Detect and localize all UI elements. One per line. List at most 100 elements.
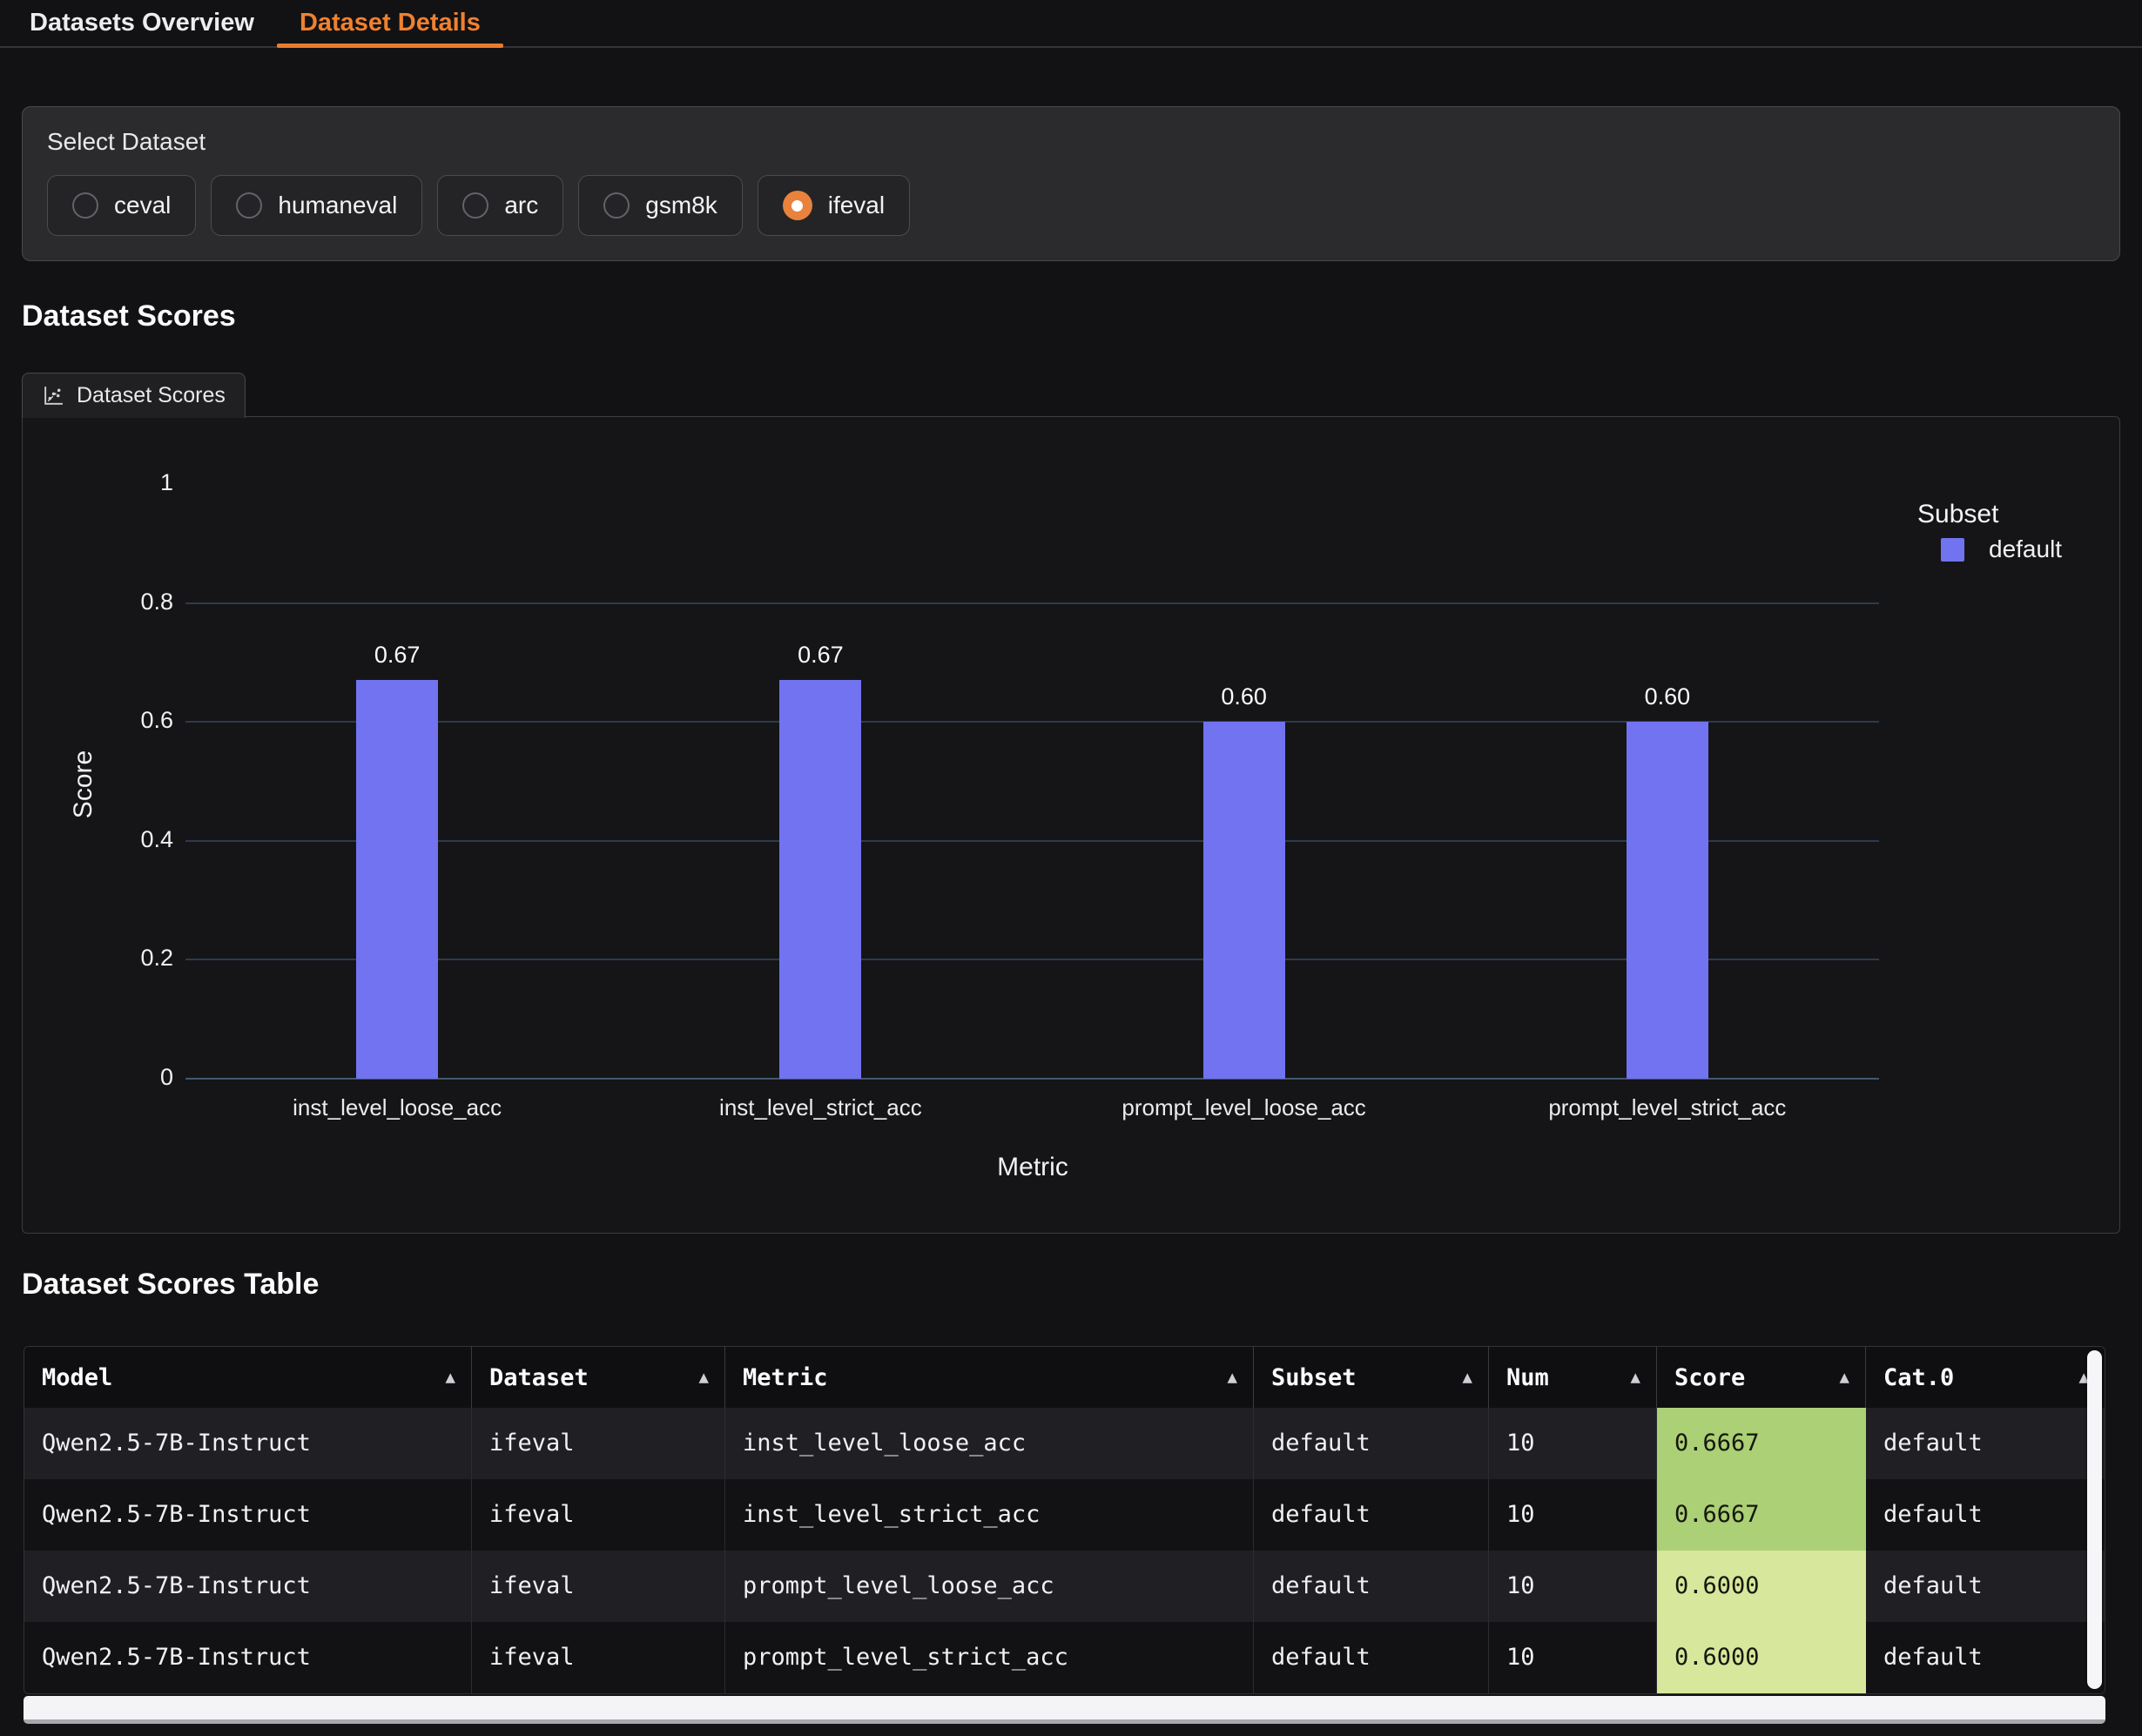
dataset-scores-heading: Dataset Scores	[22, 299, 236, 333]
y-axis-tick-label: 0.8	[43, 589, 173, 616]
table-cell: default	[1254, 1551, 1489, 1622]
x-axis-category-label: prompt_level_loose_acc	[1057, 1094, 1431, 1121]
x-axis-category-label: inst_level_loose_acc	[210, 1094, 584, 1121]
table-cell: ifeval	[472, 1622, 725, 1693]
gridline	[185, 602, 1879, 604]
chart-panel-tab: Dataset Scores	[22, 373, 246, 418]
table-cell: default	[1866, 1408, 2105, 1479]
score-cell: 0.6000	[1657, 1622, 1866, 1693]
legend-title: Subset	[1917, 500, 1998, 529]
top-tab-bar: Datasets Overview Dataset Details	[0, 0, 2142, 48]
table-horizontal-scrollbar[interactable]	[24, 1696, 2105, 1724]
gridline	[185, 840, 1879, 842]
table-cell: ifeval	[472, 1408, 725, 1479]
column-header-model[interactable]: Model▲	[24, 1347, 472, 1408]
radio-unselected-icon	[603, 192, 630, 219]
column-header-label: Metric	[743, 1364, 828, 1391]
dataset-option-label: ifeval	[828, 192, 885, 219]
dataset-option-ceval[interactable]: ceval	[47, 175, 196, 236]
sort-ascending-icon[interactable]: ▲	[1463, 1368, 1472, 1387]
table-cell: default	[1254, 1622, 1489, 1693]
table-cell: 10	[1489, 1479, 1657, 1551]
dataset-option-label: arc	[504, 192, 538, 219]
bar	[1627, 722, 1708, 1079]
column-header-label: Num	[1506, 1364, 1549, 1391]
sort-ascending-icon[interactable]: ▲	[1631, 1368, 1640, 1387]
table-cell: Qwen2.5-7B-Instruct	[24, 1622, 472, 1693]
table-cell: Qwen2.5-7B-Instruct	[24, 1479, 472, 1551]
x-axis-category-label: prompt_level_strict_acc	[1480, 1094, 1855, 1121]
bar-value-label: 0.60	[1606, 683, 1728, 710]
radio-unselected-icon	[462, 192, 488, 219]
bar-value-label: 0.60	[1183, 683, 1305, 710]
radio-unselected-icon	[236, 192, 262, 219]
radio-unselected-icon	[72, 192, 98, 219]
table-cell: default	[1254, 1408, 1489, 1479]
table-cell: ifeval	[472, 1479, 725, 1551]
table-cell: Qwen2.5-7B-Instruct	[24, 1551, 472, 1622]
legend-label: default	[1989, 535, 2062, 563]
y-axis-tick-label: 0.6	[43, 707, 173, 734]
table-cell: default	[1866, 1479, 2105, 1551]
bar	[356, 680, 438, 1079]
table-cell: default	[1866, 1622, 2105, 1693]
gridline	[185, 721, 1879, 723]
dataset-option-humaneval[interactable]: humaneval	[211, 175, 422, 236]
dataset-radio-group: ceval humaneval arc gsm8k ifeval	[47, 175, 2095, 236]
sort-ascending-icon[interactable]: ▲	[1228, 1368, 1237, 1387]
dataset-scores-table: Model▲ Dataset ▲ Metric ▲ Subset ▲ Num ▲ Score ▲ Ca…	[24, 1346, 2105, 1694]
gridline	[185, 959, 1879, 960]
y-axis-tick-label: 1	[43, 469, 173, 496]
column-header-cat-0[interactable]: Cat.0▲	[1866, 1347, 2105, 1408]
table-cell: ifeval	[472, 1551, 725, 1622]
dataset-scores-chart-panel: Dataset Scores Score Metric Subset defau…	[22, 416, 2120, 1234]
dataset-option-label: humaneval	[278, 192, 397, 219]
table-cell: prompt_level_strict_acc	[725, 1622, 1254, 1693]
column-header-label: Dataset	[489, 1364, 589, 1391]
table-cell: inst_level_loose_acc	[725, 1408, 1254, 1479]
chart-panel-tab-label: Dataset Scores	[77, 383, 226, 408]
column-header-dataset[interactable]: Dataset ▲	[472, 1347, 725, 1408]
column-header-num[interactable]: Num ▲	[1489, 1347, 1657, 1408]
sort-ascending-icon[interactable]: ▲	[446, 1368, 455, 1387]
dataset-scores-table-heading: Dataset Scores Table	[22, 1268, 319, 1302]
table-cell: Qwen2.5-7B-Instruct	[24, 1408, 472, 1479]
bar	[779, 680, 861, 1079]
tab-datasets-overview[interactable]: Datasets Overview	[7, 0, 277, 46]
dataset-option-label: ceval	[114, 192, 171, 219]
sort-ascending-icon[interactable]: ▲	[1840, 1368, 1849, 1387]
radio-selected-icon	[783, 191, 812, 220]
y-axis-tick-label: 0	[43, 1064, 173, 1091]
x-axis-category-label: inst_level_strict_acc	[633, 1094, 1007, 1121]
score-cell: 0.6667	[1657, 1479, 1866, 1551]
dataset-option-label: gsm8k	[645, 192, 717, 219]
column-header-label: Cat.0	[1883, 1364, 1954, 1391]
column-header-metric[interactable]: Metric ▲	[725, 1347, 1254, 1408]
score-cell: 0.6000	[1657, 1551, 1866, 1622]
tab-dataset-details[interactable]: Dataset Details	[277, 0, 503, 46]
column-header-label: Subset	[1271, 1364, 1357, 1391]
column-header-subset[interactable]: Subset ▲	[1254, 1347, 1489, 1408]
select-dataset-panel: Select Dataset cevalhumanevalarcgsm8kife…	[22, 106, 2120, 261]
table-cell: 10	[1489, 1622, 1657, 1693]
bar-value-label: 0.67	[336, 642, 458, 669]
sort-ascending-icon[interactable]: ▲	[699, 1368, 709, 1387]
table-vertical-scrollbar[interactable]	[2087, 1350, 2102, 1689]
x-axis-line	[185, 1078, 1879, 1080]
table-cell: 10	[1489, 1408, 1657, 1479]
column-header-score[interactable]: Score ▲	[1657, 1347, 1866, 1408]
scatter-chart-icon	[42, 384, 65, 407]
y-axis-tick-label: 0.2	[43, 945, 173, 972]
table-cell: default	[1254, 1479, 1489, 1551]
dataset-option-gsm8k[interactable]: gsm8k	[578, 175, 742, 236]
bar-value-label: 0.67	[759, 642, 881, 669]
table-cell: inst_level_strict_acc	[725, 1479, 1254, 1551]
score-cell: 0.6667	[1657, 1408, 1866, 1479]
column-header-label: Score	[1674, 1364, 1745, 1391]
dataset-option-arc[interactable]: arc	[437, 175, 563, 236]
dataset-option-ifeval[interactable]: ifeval	[758, 175, 910, 236]
table-cell: 10	[1489, 1551, 1657, 1622]
table-grid: Model▲ Dataset ▲ Metric ▲ Subset ▲ Num ▲ Score ▲ Ca…	[24, 1347, 2105, 1693]
y-axis-tick-label: 0.4	[43, 826, 173, 853]
radio-dot	[791, 200, 803, 212]
